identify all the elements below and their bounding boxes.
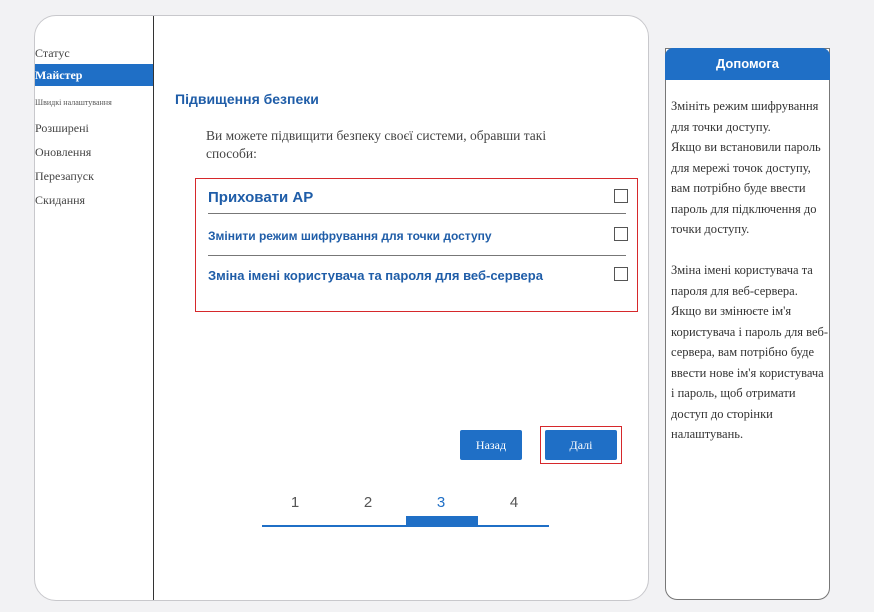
option-hide-ap: Приховати AP <box>208 187 628 209</box>
back-button[interactable]: Назад <box>460 430 522 460</box>
help-body: Змініть режим шифрування для точки досту… <box>671 96 829 445</box>
sidebar-item-label: Статус <box>35 46 70 60</box>
sidebar-item-label: Скидання <box>35 193 86 207</box>
sidebar-item-wizard[interactable]: Майстер <box>35 64 153 86</box>
sidebar-item-restart[interactable]: Перезапуск <box>35 165 153 187</box>
main-panel: Статус Майстер Швидкі налаштування Розши… <box>34 15 649 601</box>
divider <box>208 255 626 256</box>
option-change-credentials: Зміна імені користувача та пароля для ве… <box>208 266 628 288</box>
option-label: Приховати AP <box>208 189 314 206</box>
next-button[interactable]: Далі <box>545 430 617 460</box>
current-step-indicator <box>406 516 478 526</box>
help-paragraph: Якщо ви змінюєте ім'я користувача і паро… <box>671 304 829 441</box>
sidebar-item-reset[interactable]: Скидання <box>35 189 153 211</box>
step-3: 3 <box>436 494 446 511</box>
sidebar-item-update[interactable]: Оновлення <box>35 141 153 163</box>
sidebar: Статус Майстер Швидкі налаштування Розши… <box>35 16 154 600</box>
help-paragraph: Якщо ви встановили пароль для мережі точ… <box>671 140 821 236</box>
change-encryption-checkbox[interactable] <box>614 227 628 241</box>
page-title: Підвищення безпеки <box>175 91 319 107</box>
help-panel: Допомога Змініть режим шифрування для то… <box>665 48 830 600</box>
sidebar-item-label: Розширені <box>35 121 89 135</box>
sidebar-item-status[interactable]: Статус <box>35 42 153 64</box>
step-1: 1 <box>290 494 300 511</box>
security-options: Приховати AP Змінити режим шифрування дл… <box>195 178 638 312</box>
sidebar-item-label: Оновлення <box>35 145 92 159</box>
sidebar-item-label: Майстер <box>35 68 83 82</box>
sidebar-item-advanced[interactable]: Розширені <box>35 117 153 139</box>
sidebar-item-quick-settings[interactable]: Швидкі налаштування <box>35 92 153 114</box>
option-change-encryption: Змінити режим шифрування для точки досту… <box>208 227 628 247</box>
wizard-content: Підвищення безпеки Ви можете підвищити б… <box>154 16 648 600</box>
divider <box>208 213 626 214</box>
help-paragraph: Змініть режим шифрування для точки досту… <box>671 99 819 134</box>
option-label: Змінити режим шифрування для точки досту… <box>208 229 492 243</box>
sidebar-item-label: Швидкі налаштування <box>35 98 112 107</box>
hide-ap-checkbox[interactable] <box>614 189 628 203</box>
change-credentials-checkbox[interactable] <box>614 267 628 281</box>
option-label: Зміна імені користувача та пароля для ве… <box>208 268 543 283</box>
help-paragraph: Зміна імені користувача та пароля для ве… <box>671 263 813 298</box>
step-4: 4 <box>509 494 519 511</box>
intro-text: Ви можете підвищити безпеку своєї систем… <box>206 128 547 161</box>
step-2: 2 <box>363 494 373 511</box>
sidebar-item-label: Перезапуск <box>35 169 94 183</box>
help-title: Допомога <box>665 48 830 80</box>
